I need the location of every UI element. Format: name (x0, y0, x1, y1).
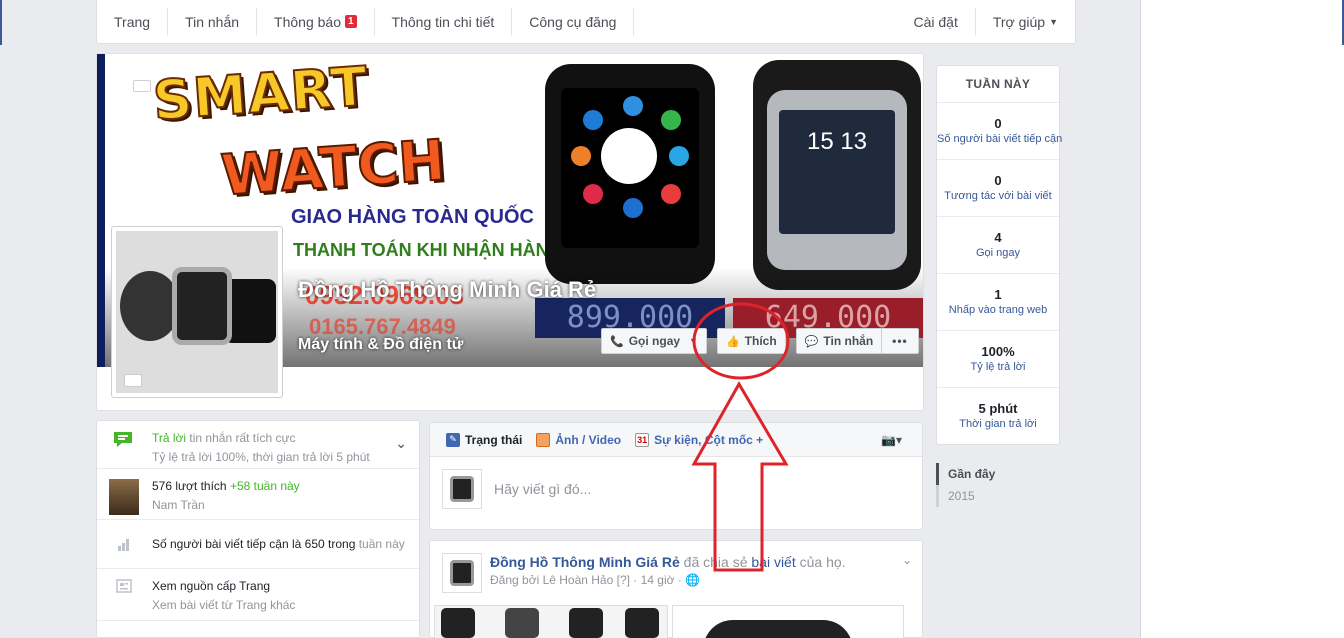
nav-tab-page[interactable]: Trang (97, 7, 169, 36)
composer-tab-event[interactable]: 31 Sự kiện, Cột mốc + (635, 432, 763, 447)
stat-response-time[interactable]: 5 phút Thời gian trả lời (937, 388, 1059, 445)
phone-icon: 📞 (610, 335, 624, 348)
clock-dial (601, 128, 657, 184)
composer-tab-photo[interactable]: Ảnh / Video (536, 432, 621, 447)
post-image-right[interactable] (672, 605, 904, 638)
nav-tab-notifications[interactable]: Thông báo 1 (257, 7, 375, 36)
cover-brand-smart: SMART (150, 54, 371, 133)
responsiveness-row[interactable]: Trả lời tin nhắn rất tích cực Tỷ lệ trả … (97, 421, 419, 469)
right-gutter (1140, 0, 1344, 638)
cover-action-buttons: 📞 Gọi ngay ▼ 👍 Thích 💬 Tin nhắn ••• (601, 328, 919, 354)
nav-settings[interactable]: Cài đặt (896, 7, 976, 36)
nav-tab-messages[interactable]: Tin nhắn (168, 7, 258, 36)
nav-tab-publishing-tools[interactable]: Công cụ đăng (512, 7, 635, 36)
camera-dropdown-icon[interactable]: 📷▾ (881, 433, 902, 447)
shared-post-link[interactable]: bài viết (751, 554, 795, 570)
more-options-button[interactable]: ••• (882, 328, 919, 354)
stat-call-now[interactable]: 4 Gọi ngay (937, 217, 1059, 274)
calendar-icon: 31 (635, 432, 650, 447)
likes-row[interactable]: 576 lượt thích +58 tuần này Nam Trần (97, 469, 419, 520)
composer-tab-status[interactable]: ✎ Trạng thái (446, 432, 522, 447)
message-button[interactable]: 💬 Tin nhắn (795, 328, 883, 354)
page-admin-nav: Trang Tin nhắn Thông báo 1 Thông tin chi … (96, 0, 1076, 44)
stat-website-clicks[interactable]: 1 Nhấp vào trang web (937, 274, 1059, 331)
timeline-recent[interactable]: Gần đây (936, 463, 1060, 485)
timeline-nav: Gần đây 2015 (936, 463, 1060, 507)
caret-down-icon: ▼ (1049, 16, 1058, 27)
notification-badge: 1 (344, 15, 357, 28)
stat-engagement[interactable]: 0 Tương tác với bài viết (937, 160, 1059, 217)
chevron-down-icon[interactable]: ⌄ (902, 553, 912, 567)
feed-icon (116, 579, 132, 593)
cover-watch-left (545, 64, 715, 284)
composer-input[interactable]: Hãy viết gì đó... (494, 481, 591, 497)
feed-post: Đồng Hồ Thông Minh Giá Rẻ đã chia sẻ bài… (429, 540, 923, 638)
stat-reach[interactable]: 0 Số người bài viết tiếp cận (937, 103, 1062, 160)
camera-icon[interactable] (124, 374, 142, 387)
message-bubble-icon (114, 432, 132, 447)
page-about-card: Trả lời tin nhắn rất tích cực Tỷ lệ trả … (96, 420, 420, 638)
nav-help[interactable]: Trợ giúp ▼ (976, 8, 1075, 36)
cover-watch-right: 15 13 (753, 60, 921, 290)
chevron-down-icon[interactable]: ⌄ (395, 435, 407, 452)
page-title[interactable]: Đồng Hồ Thông Minh Giá Rẻ (298, 276, 598, 304)
cover-brand-watch: WATCH (218, 127, 448, 209)
watch-time: 15 13 (779, 110, 895, 234)
page-avatar (442, 469, 482, 509)
page-feed-row[interactable]: Xem nguồn cấp Trang Xem bài viết từ Tran… (97, 569, 419, 621)
bar-chart-icon (118, 539, 129, 551)
profile-picture[interactable] (111, 226, 283, 398)
call-now-button[interactable]: 📞 Gọi ngay ▼ (601, 328, 707, 354)
post-author-link[interactable]: Đồng Hồ Thông Minh Giá Rẻ (490, 554, 680, 570)
photo-icon (536, 432, 551, 447)
avatar (109, 479, 139, 515)
page-edge-accent (0, 0, 2, 45)
page-header-card: SMART WATCH GIAO HÀNG TOÀN QUỐC THANH TO… (96, 53, 924, 411)
like-button[interactable]: 👍 Thích (716, 328, 786, 354)
page-avatar[interactable] (442, 553, 482, 593)
caret-down-icon: ▼ (689, 336, 698, 346)
timeline-year[interactable]: 2015 (936, 485, 1060, 507)
thumbs-up-icon: 👍 (725, 335, 740, 348)
stats-title: TUẦN NÀY (937, 66, 1059, 103)
post-image-left[interactable] (434, 605, 668, 638)
post-composer: ✎ Trạng thái Ảnh / Video 31 Sự kiện, Cột m… (429, 422, 923, 530)
globe-icon: 🌐 (685, 573, 701, 587)
reach-row[interactable]: Số người bài viết tiếp cận là 650 trong … (97, 520, 419, 569)
message-icon: 💬 (804, 335, 819, 348)
nav-tab-insights[interactable]: Thông tin chi tiết (375, 7, 513, 36)
pencil-icon: ✎ (446, 432, 460, 447)
weekly-stats-panel: TUẦN NÀY 0 Số người bài viết tiếp cận 0 Tư… (936, 65, 1062, 445)
stat-response-rate[interactable]: 100% Tỷ lệ trả lời (937, 331, 1059, 388)
page-category[interactable]: Máy tính & Đồ điện tử (298, 336, 463, 354)
cover-promo-payment: THANH TOÁN KHI NHẬN HÀNG (293, 240, 563, 260)
camera-icon[interactable] (133, 80, 151, 92)
cover-promo-shipping: GIAO HÀNG TOÀN QUỐC (291, 206, 534, 228)
